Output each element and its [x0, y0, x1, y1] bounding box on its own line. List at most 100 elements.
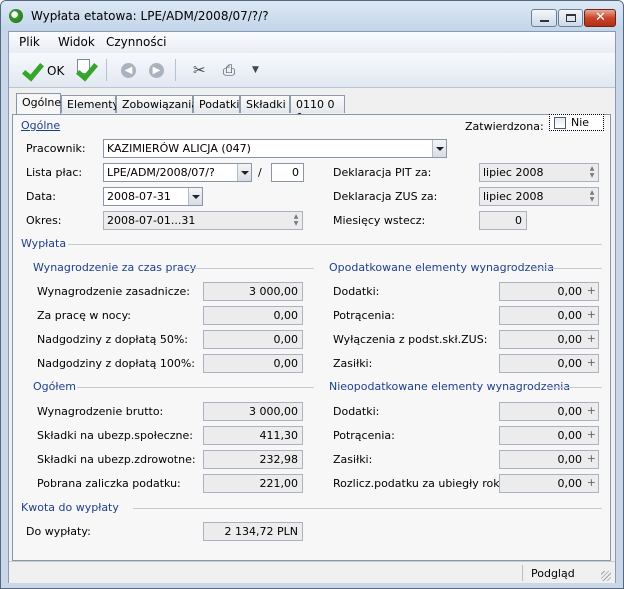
overtime-100-value: 0,00 [273, 357, 299, 370]
payroll-number-input[interactable]: 0 [271, 163, 304, 182]
title-bar[interactable]: Wypłata etatowa: LPE/ADM/2008/07/?/? ✕ [1, 1, 623, 31]
tab-general[interactable]: Ogólne [16, 93, 61, 114]
tools-icon[interactable]: ✂ [193, 61, 206, 79]
payroll-number-value: 0 [292, 166, 299, 179]
plus-icon[interactable]: + [587, 356, 596, 369]
overtime-50-label: Nadgodziny z dopłatą 50%: [37, 333, 188, 346]
zus-exclusions-label: Wyłączenia z podst.skł.ZUS: [333, 333, 488, 346]
tab-contributions[interactable]: Składki [240, 95, 290, 113]
plus-icon[interactable]: + [587, 476, 596, 489]
resize-grip-icon[interactable] [601, 571, 611, 581]
tab-taxes[interactable]: Podatki [193, 95, 240, 113]
period-field[interactable]: 2008-07-01...31 ▲ ▼ [103, 211, 303, 230]
zus-field[interactable]: lipiec 2008 ▲ ▼ [479, 187, 599, 206]
plus-icon[interactable]: + [587, 452, 596, 465]
untaxed-deductions-field[interactable]: 0,00 + [499, 426, 599, 445]
date-picker[interactable]: 2008-07-31 [103, 187, 203, 206]
health-insurance-value: 232,98 [259, 453, 299, 466]
taxed-benefits-field[interactable]: 0,00 + [499, 354, 599, 373]
net-pay-field[interactable]: 2 134,72 PLN [203, 522, 303, 541]
approved-checkbox[interactable]: Nie [549, 114, 604, 131]
overtime-50-field[interactable]: 0,00 [203, 330, 303, 349]
base-salary-field[interactable]: 3 000,00 [203, 282, 303, 301]
prior-year-tax-field[interactable]: 0,00 + [499, 474, 599, 493]
payroll-combobox[interactable]: LPE/ADM/2008/07/? [103, 163, 252, 182]
overtime-100-field[interactable]: 0,00 [203, 354, 303, 373]
tab-obligations[interactable]: Zobowiązania [116, 95, 198, 113]
spinner-icon[interactable]: ▲ ▼ [587, 165, 597, 180]
maximize-icon [566, 14, 576, 22]
window: Wypłata etatowa: LPE/ADM/2008/07/?/? ✕ P… [0, 0, 624, 589]
untaxed-benefits-field[interactable]: 0,00 + [499, 450, 599, 469]
period-label: Okres: [26, 214, 62, 227]
untaxed-bonuses-label: Dodatki: [333, 405, 380, 418]
base-salary-value: 3 000,00 [249, 285, 298, 298]
menu-view[interactable]: Widok [58, 35, 95, 49]
ok-button[interactable]: OK [17, 57, 67, 84]
print-dropdown-icon[interactable]: ▼ [252, 65, 259, 75]
taxed-bonuses-value: 0,00 [557, 285, 583, 298]
minimize-button[interactable] [531, 9, 557, 27]
plus-icon[interactable]: + [587, 308, 596, 321]
general-tab-panel: Ogólne Zatwierdzona: Pracownik: KAZIMIER… [12, 114, 611, 561]
section-divider [133, 508, 602, 509]
zus-exclusions-field[interactable]: 0,00 + [499, 330, 599, 349]
window-client: Plik Widok Czynności OK ◀ ▶ ✂ ⎙ ▼ Ogólne… [8, 31, 616, 583]
date-label: Data: [26, 190, 56, 203]
chevron-down-icon[interactable] [237, 164, 251, 181]
plus-icon[interactable]: + [587, 284, 596, 297]
plus-icon[interactable]: + [587, 332, 596, 345]
months-back-field[interactable]: 0 [479, 211, 527, 230]
untaxed-bonuses-field[interactable]: 0,00 + [499, 402, 599, 421]
previous-button[interactable]: ◀ [121, 63, 136, 78]
night-work-field[interactable]: 0,00 [203, 306, 303, 325]
untaxed-deductions-label: Potrącenia: [333, 429, 395, 442]
health-insurance-field[interactable]: 232,98 [203, 450, 303, 469]
tax-advance-value: 221,00 [259, 477, 299, 490]
taxed-deductions-field[interactable]: 0,00 + [499, 306, 599, 325]
toolbar: OK ◀ ▶ ✂ ⎙ ▼ [9, 53, 615, 88]
save-and-new-button[interactable] [73, 57, 99, 84]
section-divider [68, 244, 602, 245]
pit-field[interactable]: lipiec 2008 ▲ ▼ [479, 163, 599, 182]
preview-status-button[interactable]: Podgląd [531, 567, 575, 580]
close-button[interactable]: ✕ [584, 9, 616, 27]
tab-code[interactable]: 0110 0 0 [290, 95, 345, 124]
tab-elements[interactable]: Elementy [61, 95, 119, 113]
gross-salary-field[interactable]: 3 000,00 [203, 402, 303, 421]
spinner-icon[interactable]: ▲ ▼ [291, 213, 301, 228]
menu-actions[interactable]: Czynności [106, 35, 167, 49]
section-payout-title: Wypłata [21, 237, 67, 250]
status-separator [522, 565, 523, 581]
next-button[interactable]: ▶ [149, 63, 164, 78]
overtime-50-value: 0,00 [273, 333, 299, 346]
payroll-label: Lista płac: [26, 166, 83, 179]
untaxed-title: Nieopodatkowane elementy wynagrodzenia [329, 380, 571, 393]
menu-file[interactable]: Plik [19, 35, 40, 49]
months-back-value: 0 [515, 214, 522, 227]
arrow-right-icon: ▶ [152, 65, 161, 76]
plus-icon[interactable]: + [587, 404, 596, 417]
tab-strip: Ogólne Elementy Zobowiązania Podatki Skł… [12, 93, 612, 124]
section-general-title: Ogólne [21, 119, 61, 132]
chevron-down-icon[interactable] [188, 188, 202, 205]
health-insurance-label: Składki na ubezp.zdrowotne: [37, 453, 196, 466]
overtime-100-label: Nadgodziny z dopłatą 100%: [37, 357, 195, 370]
spinner-icon[interactable]: ▲ ▼ [587, 189, 597, 204]
gross-salary-label: Wynagrodzenie brutto: [37, 405, 164, 418]
approved-value: Nie [571, 116, 590, 129]
menu-bar: Plik Widok Czynności [9, 32, 615, 53]
chevron-down-icon[interactable] [432, 140, 446, 157]
maximize-button[interactable] [558, 9, 583, 27]
social-insurance-field[interactable]: 411,30 [203, 426, 303, 445]
close-icon: ✕ [595, 10, 606, 25]
printer-icon[interactable]: ⎙ [223, 61, 235, 79]
period-value: 2008-07-01...31 [107, 214, 196, 227]
employee-combobox[interactable]: KAZIMIERÓW ALICJA (047) [103, 139, 447, 158]
plus-icon[interactable]: + [587, 428, 596, 441]
section-divider [535, 268, 602, 269]
employee-value: KAZIMIERÓW ALICJA (047) [107, 142, 251, 155]
tax-advance-field[interactable]: 221,00 [203, 474, 303, 493]
taxed-bonuses-field[interactable]: 0,00 + [499, 282, 599, 301]
checkmark-icon [77, 61, 97, 79]
